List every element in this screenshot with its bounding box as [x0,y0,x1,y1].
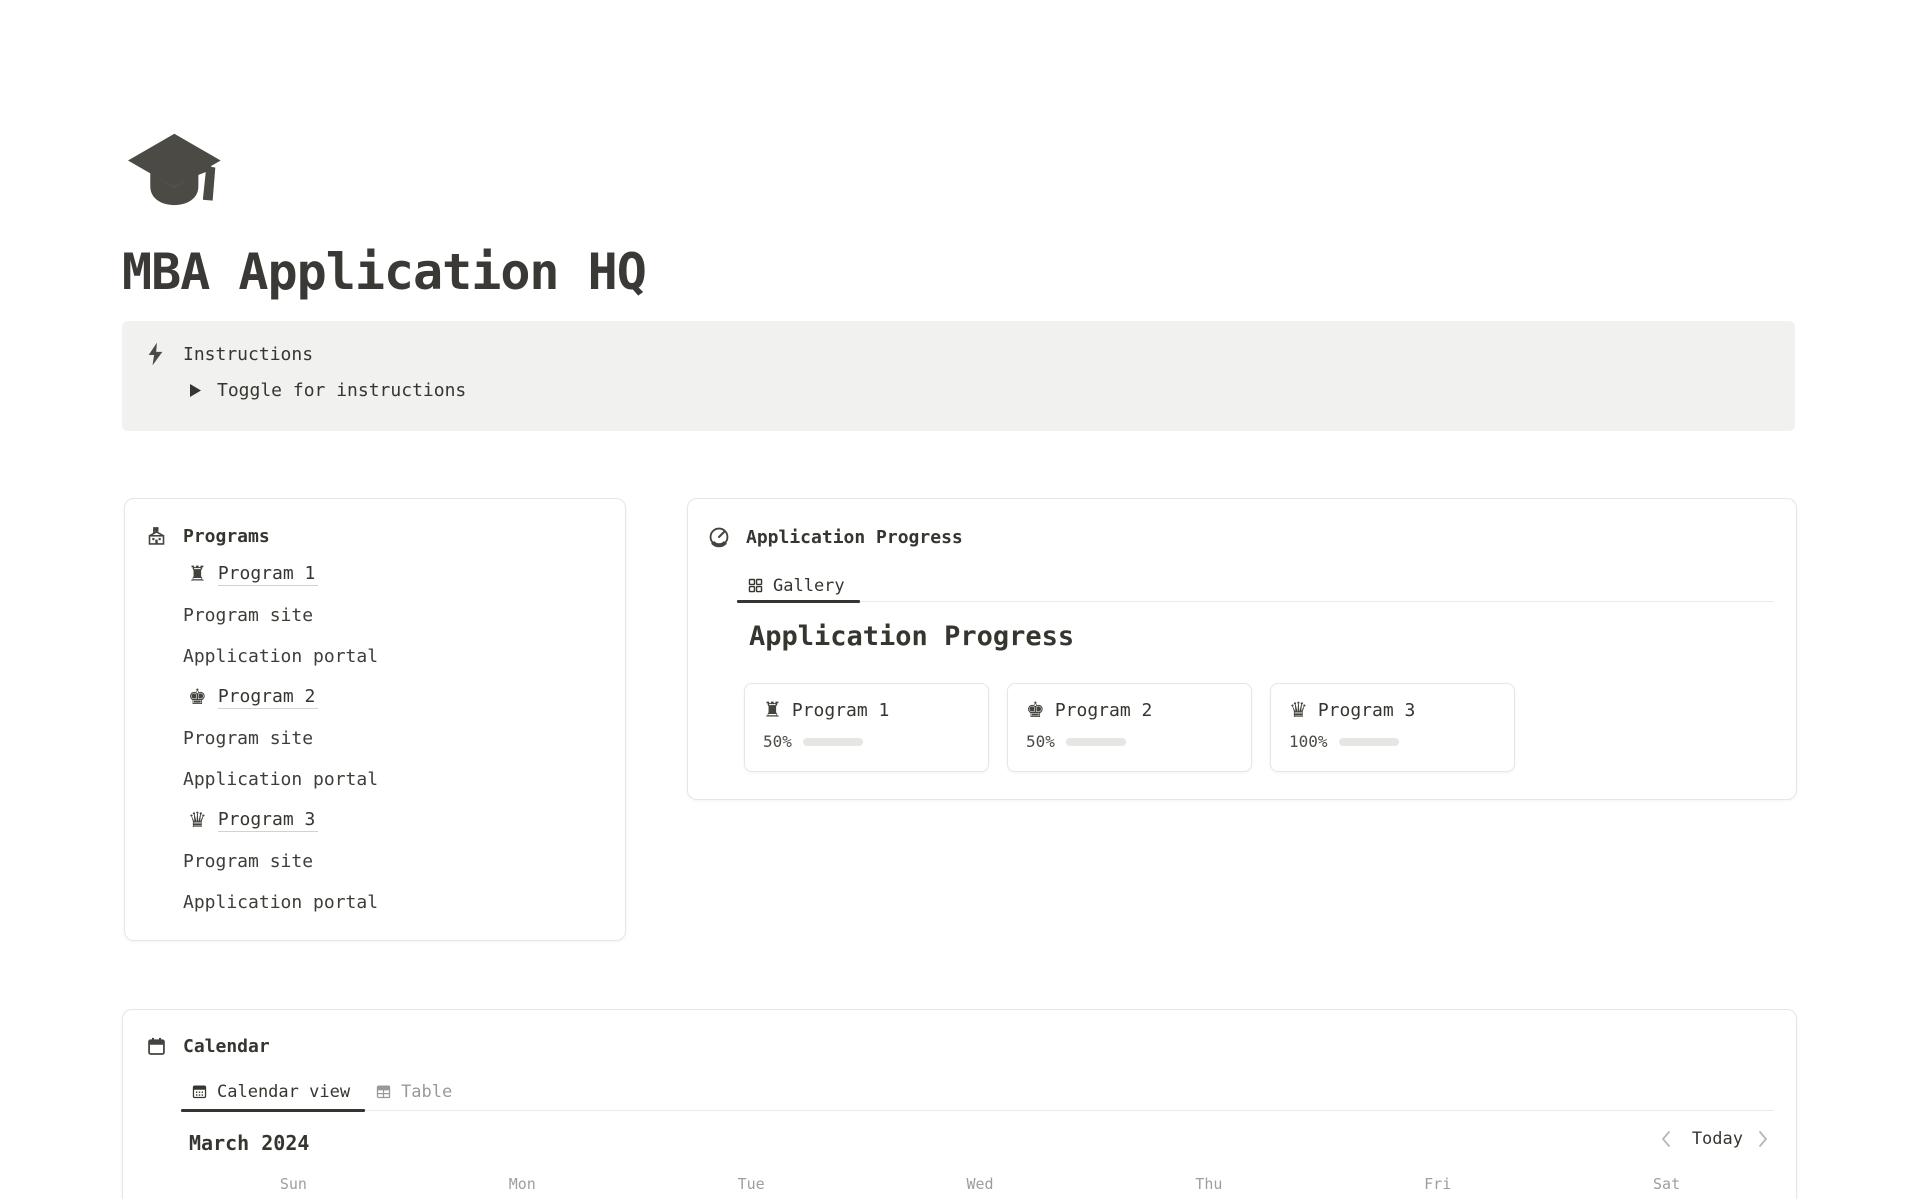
progress-card-program-2[interactable]: ♚ Program 2 50% [1007,683,1252,772]
day-header-sun: Sun [179,1175,408,1193]
instructions-toggle[interactable]: Toggle for instructions [190,380,466,401]
page-title: MBA Application HQ [122,243,646,301]
progress-tabbar: Gallery [737,570,1774,602]
progress-percent: 50% [763,732,792,751]
chevron-right-icon[interactable] [1758,1130,1774,1148]
chess-queen-icon: ♛ [188,810,207,831]
program-2-site-link[interactable]: Program site [125,718,625,759]
application-progress-title: Application Progress [746,527,963,548]
school-icon [146,526,167,547]
progress-bar [803,738,863,746]
progress-card-program-3[interactable]: ♛ Program 3 100% [1270,683,1515,772]
calendar-title: Calendar [183,1036,270,1057]
day-header-tue: Tue [637,1175,866,1193]
progress-card-program-1[interactable]: ♜ Program 1 50% [744,683,989,772]
program-3-site-link[interactable]: Program site [125,841,625,882]
tab-table-label[interactable]: Table [401,1082,452,1102]
program-1-label[interactable]: Program 1 [218,563,319,586]
tab-calendar-view[interactable]: Calendar view [181,1073,365,1110]
calendar-today-nav: Today [1661,1129,1774,1149]
lightning-bolt-icon [145,341,166,367]
gallery-grid-icon [747,577,764,594]
progress-db-title: Application Progress [749,621,1074,652]
day-header-thu: Thu [1094,1175,1323,1193]
calendar-tabbar: Calendar view Table [181,1073,1774,1111]
chess-rook-icon: ♜ [188,564,207,585]
calendar-card: Calendar Calendar view [122,1009,1797,1199]
progress-percent: 100% [1289,732,1328,751]
today-button[interactable]: Today [1692,1129,1743,1149]
chess-queen-icon: ♛ [1289,700,1308,721]
gauge-icon [708,526,730,548]
chess-king-icon: ♚ [188,687,207,708]
progress-bar [1066,738,1126,746]
tab-calendar-view-label[interactable]: Calendar view [217,1082,350,1102]
application-progress-card: Application Progress Gallery Application… [687,498,1797,800]
program-3-portal-link[interactable]: Application portal [125,882,625,923]
tab-table[interactable]: Table [365,1073,467,1110]
chess-king-icon: ♚ [1026,700,1045,721]
chevron-left-icon[interactable] [1661,1130,1677,1148]
toggle-triangle-icon[interactable] [190,384,201,397]
day-header-sat: Sat [1552,1175,1781,1193]
callout-title: Instructions [183,344,313,365]
program-3-label[interactable]: Program 3 [218,809,319,832]
programs-card: Programs ♜ Program 1 Program site Applic… [124,498,626,941]
calendar-icon [146,1036,167,1057]
program-1-portal-link[interactable]: Application portal [125,636,625,677]
progress-gallery: ♜ Program 1 50% ♚ Program 2 50% [744,683,1515,772]
mba-application-hq-page: MBA Application HQ Instructions Toggle f… [0,0,1920,1199]
calendar-month-label: March 2024 [189,1131,309,1155]
programs-list: ♜ Program 1 Program site Application por… [125,554,625,923]
program-3-link[interactable]: ♛ Program 3 [125,800,625,841]
day-header-mon: Mon [408,1175,637,1193]
programs-title: Programs [183,526,270,547]
program-1-link[interactable]: ♜ Program 1 [125,554,625,595]
tab-gallery-label[interactable]: Gallery [773,576,845,596]
instructions-callout: Instructions Toggle for instructions [122,321,1795,431]
program-2-portal-link[interactable]: Application portal [125,759,625,800]
calendar-grid-icon [191,1083,208,1100]
program-1-site-link[interactable]: Program site [125,595,625,636]
progress-bar [1339,738,1399,746]
calendar-day-headers: Sun Mon Tue Wed Thu Fri Sat [179,1175,1781,1193]
program-2-link[interactable]: ♚ Program 2 [125,677,625,718]
program-2-label[interactable]: Program 2 [218,686,319,709]
tab-gallery[interactable]: Gallery [737,570,860,601]
table-grid-icon [375,1083,392,1100]
toggle-label[interactable]: Toggle for instructions [217,380,466,401]
day-header-fri: Fri [1323,1175,1552,1193]
chess-rook-icon: ♜ [763,700,782,721]
graduation-cap-icon[interactable] [128,131,226,215]
day-header-wed: Wed [866,1175,1095,1193]
progress-percent: 50% [1026,732,1055,751]
